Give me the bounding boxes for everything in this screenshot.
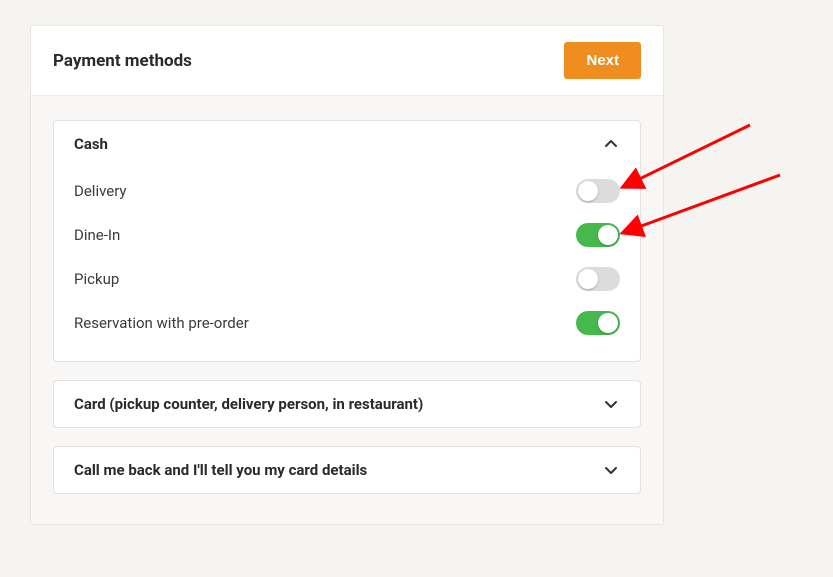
option-row-reservation: Reservation with pre-order bbox=[74, 301, 620, 345]
toggle-pickup[interactable] bbox=[576, 267, 620, 291]
page-title: Payment methods bbox=[53, 51, 192, 71]
option-label: Pickup bbox=[74, 270, 119, 288]
panel-cash: Cash Delivery Dine-In Pickup bbox=[53, 120, 641, 362]
card-header: Payment methods Next bbox=[31, 26, 663, 96]
panel-cash-header[interactable]: Cash bbox=[54, 121, 640, 167]
panel-callback-header[interactable]: Call me back and I'll tell you my card d… bbox=[54, 447, 640, 493]
toggle-reservation[interactable] bbox=[576, 311, 620, 335]
toggle-dinein[interactable] bbox=[576, 223, 620, 247]
toggle-delivery[interactable] bbox=[576, 179, 620, 203]
option-row-dinein: Dine-In bbox=[74, 213, 620, 257]
panel-card-header[interactable]: Card (pickup counter, delivery person, i… bbox=[54, 381, 640, 427]
panel-cash-title: Cash bbox=[74, 135, 108, 153]
option-row-delivery: Delivery bbox=[74, 169, 620, 213]
panel-card-title: Card (pickup counter, delivery person, i… bbox=[74, 395, 423, 413]
option-row-pickup: Pickup bbox=[74, 257, 620, 301]
chevron-down-icon bbox=[602, 461, 620, 479]
panel-callback: Call me back and I'll tell you my card d… bbox=[53, 446, 641, 494]
card-body: Cash Delivery Dine-In Pickup bbox=[31, 96, 663, 524]
chevron-up-icon bbox=[602, 135, 620, 153]
panel-card: Card (pickup counter, delivery person, i… bbox=[53, 380, 641, 428]
panel-callback-title: Call me back and I'll tell you my card d… bbox=[74, 461, 367, 479]
panel-cash-content: Delivery Dine-In Pickup Reservation with… bbox=[54, 167, 640, 361]
option-label: Delivery bbox=[74, 182, 127, 200]
option-label: Reservation with pre-order bbox=[74, 314, 249, 332]
chevron-down-icon bbox=[602, 395, 620, 413]
option-label: Dine-In bbox=[74, 226, 120, 244]
payment-methods-card: Payment methods Next Cash Delivery Dine-… bbox=[30, 25, 664, 525]
next-button[interactable]: Next bbox=[564, 42, 641, 79]
